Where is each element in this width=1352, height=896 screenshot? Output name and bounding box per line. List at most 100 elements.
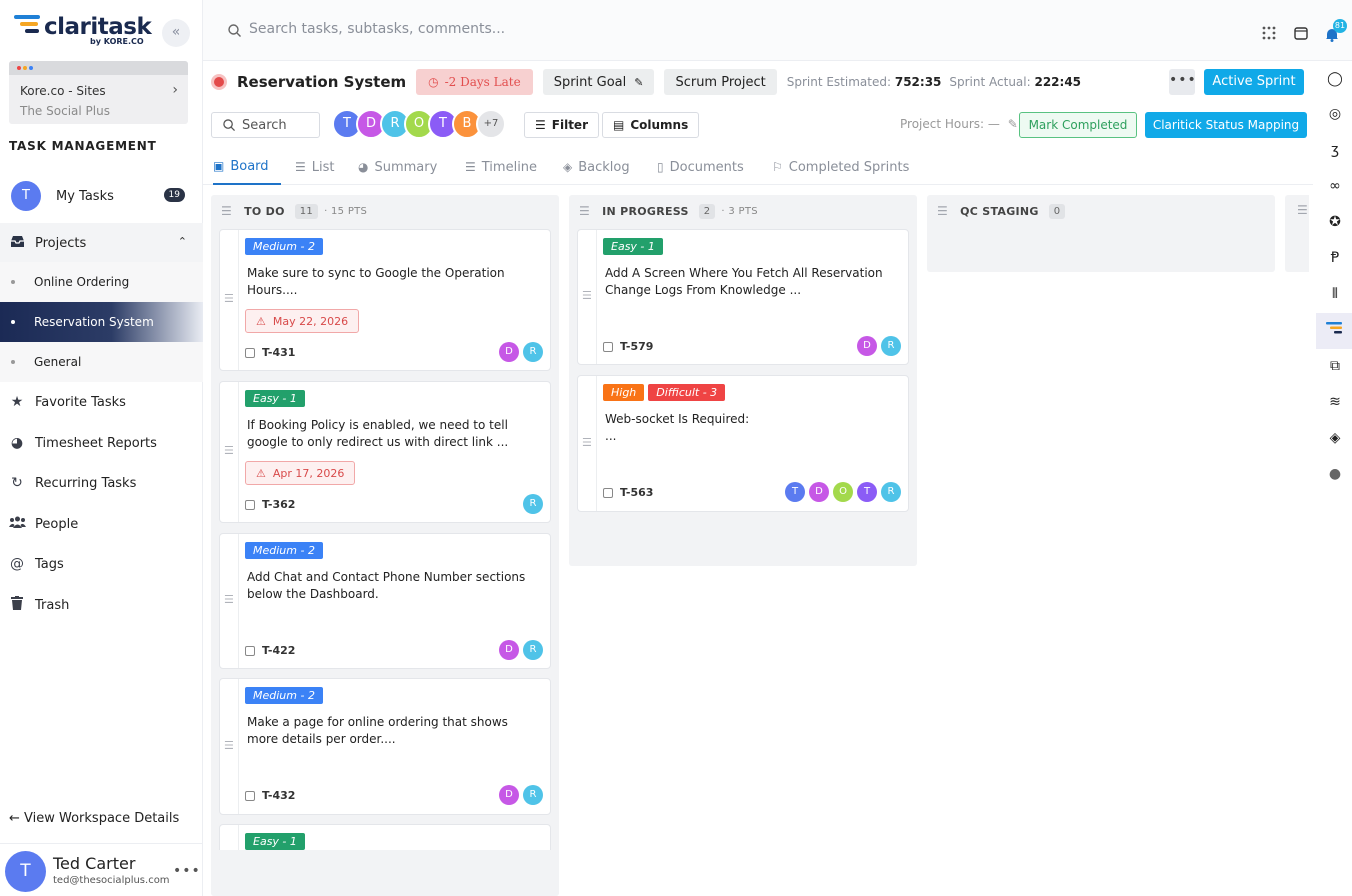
sidebar-item-trash[interactable]: Trash <box>0 586 203 624</box>
inbox-icon <box>9 235 25 252</box>
star-badge-icon[interactable]: ✪ <box>1326 214 1344 232</box>
sidebar-item-label: People <box>35 516 79 532</box>
avatar[interactable]: R <box>523 494 543 514</box>
drag-handle-icon[interactable]: ☰ <box>578 230 597 364</box>
drag-handle-icon[interactable]: ☰ <box>1297 203 1308 217</box>
avatar[interactable]: D <box>857 336 877 356</box>
feather-icon[interactable]: ≋ <box>1326 394 1344 412</box>
avatar[interactable]: D <box>499 640 519 660</box>
drag-handle-icon[interactable]: ☰ <box>578 376 597 511</box>
list-icon: ☰ <box>295 160 306 174</box>
columns-button[interactable]: ▤ Columns <box>602 112 700 138</box>
apps-grid-icon[interactable] <box>1262 25 1276 44</box>
script-icon[interactable]: ʒ <box>1326 142 1344 160</box>
more-members-badge[interactable]: +7 <box>476 109 506 139</box>
tab-summary[interactable]: ◕ Summary <box>358 149 437 185</box>
collapse-sidebar-button[interactable]: « <box>162 19 190 47</box>
tab-documents[interactable]: ▯ Documents <box>657 149 744 185</box>
active-sprint-button[interactable]: Active Sprint <box>1204 69 1304 95</box>
stack-icon[interactable]: ⧉ <box>1326 358 1344 376</box>
sidebar-item-projects[interactable]: Projects ⌃ <box>0 223 203 263</box>
avatar[interactable]: O <box>833 482 853 502</box>
filter-button[interactable]: ☰ Filter <box>524 112 599 138</box>
checkbox[interactable] <box>245 347 255 358</box>
bars-icon[interactable]: ⦀ <box>1326 286 1344 304</box>
scrum-project-chip[interactable]: Scrum Project <box>664 69 777 95</box>
globe-icon[interactable]: ● <box>1326 466 1344 484</box>
drag-handle-icon[interactable]: ☰ <box>579 204 590 218</box>
sidebar-item-label: My Tasks <box>56 188 114 204</box>
project-label: Online Ordering <box>34 275 130 289</box>
avatar[interactable]: D <box>499 785 519 805</box>
tab-list[interactable]: ☰ List <box>295 149 335 185</box>
drag-handle-icon[interactable]: ☰ <box>220 679 239 814</box>
sidebar-item-recurring-tasks[interactable]: ↻ Recurring Tasks <box>0 464 203 502</box>
drag-handle-icon[interactable]: ☰ <box>937 204 948 218</box>
tab-board[interactable]: ▣ Board <box>213 149 281 185</box>
target-icon[interactable]: ◎ <box>1326 106 1344 124</box>
view-workspace-details-link[interactable]: ← View Workspace Details <box>9 811 179 826</box>
column-header[interactable]: ☰ QC STAGING 0 <box>937 201 1066 221</box>
sidebar-project-reservation-system[interactable]: Reservation System <box>0 302 203 342</box>
user-profile[interactable]: T Ted Carter ted@thesocialplus.com ••• <box>0 843 203 896</box>
board-search-input[interactable]: Search <box>211 112 320 138</box>
layers-icon[interactable]: ◈ <box>1326 430 1344 448</box>
more-actions-button[interactable]: ••• <box>1169 69 1196 95</box>
bullet-icon <box>11 320 15 324</box>
task-card[interactable]: ☰ Easy - 1 Add A Screen Where You Fetch … <box>577 229 909 365</box>
claritask-logo[interactable]: claritask by KORE.CO <box>14 12 154 48</box>
task-card[interactable]: ☰ Medium - 2 Make sure to sync to Google… <box>219 229 551 371</box>
column-header[interactable]: ☰ IN PROGRESS 2 · 3 PTS <box>579 201 758 221</box>
task-card[interactable]: ☰ Easy - 1 If Booking Policy is enabled,… <box>219 381 551 523</box>
column-header[interactable]: ☰ TO DO 11 · 15 PTS <box>221 201 367 221</box>
avatar[interactable]: R <box>523 342 543 362</box>
avatar[interactable]: R <box>523 640 543 660</box>
ring-icon[interactable]: ◯ <box>1326 71 1344 89</box>
infinity-icon[interactable]: ∞ <box>1326 178 1344 196</box>
difficulty-tag: Difficult - 3 <box>648 384 726 401</box>
avatar[interactable]: R <box>881 336 901 356</box>
tab-backlog[interactable]: ◈ Backlog <box>563 149 630 185</box>
warning-icon: ⚠ <box>256 466 266 480</box>
avatar[interactable]: R <box>523 785 543 805</box>
drag-handle-icon[interactable]: ☰ <box>220 382 239 522</box>
sidebar-item-tags[interactable]: @ Tags <box>0 545 203 583</box>
drag-handle-icon[interactable]: ☰ <box>221 204 232 218</box>
tab-timeline[interactable]: ☰ Timeline <box>465 149 537 185</box>
sidebar-project-general[interactable]: General <box>0 342 203 382</box>
workspace-switcher[interactable]: Kore.co - Sites The Social Plus › <box>9 61 188 124</box>
tab-completed-sprints[interactable]: ⚐ Completed Sprints <box>772 149 909 185</box>
checkbox[interactable] <box>245 499 255 510</box>
mark-completed-button[interactable]: Mark Completed <box>1019 112 1137 138</box>
checkbox[interactable] <box>603 341 613 352</box>
avatar[interactable]: D <box>499 342 519 362</box>
task-card[interactable]: ☰ Medium - 2 Add Chat and Contact Phone … <box>219 533 551 669</box>
sidebar-item-my-tasks[interactable]: T My Tasks 19 <box>0 177 203 215</box>
p-logo-icon[interactable]: Ᵽ <box>1326 250 1344 268</box>
more-options-icon[interactable]: ••• <box>173 863 201 879</box>
sidebar-project-online-ordering[interactable]: Online Ordering <box>0 262 203 302</box>
workspace-card-top <box>9 61 188 75</box>
avatar[interactable]: R <box>881 482 901 502</box>
checkbox[interactable] <box>603 487 613 498</box>
sprint-goal-button[interactable]: Sprint Goal ✎ <box>542 69 655 95</box>
avatar[interactable]: T <box>785 482 805 502</box>
sidebar-item-people[interactable]: People <box>0 505 203 543</box>
sidebar-item-timesheet-reports[interactable]: ◕ Timesheet Reports <box>0 424 203 462</box>
sidebar-item-favorite-tasks[interactable]: ★ Favorite Tasks <box>0 383 203 421</box>
drag-handle-icon[interactable]: ☰ <box>220 534 239 668</box>
status-mapping-button[interactable]: Claritick Status Mapping <box>1145 112 1307 138</box>
avatar[interactable]: D <box>809 482 829 502</box>
drag-handle-icon[interactable]: ☰ <box>220 230 239 370</box>
checkbox[interactable] <box>245 645 255 656</box>
task-card[interactable]: ☰ Medium - 2 Make a page for online orde… <box>219 678 551 815</box>
global-search-input[interactable]: Search tasks, subtasks, comments... <box>249 21 505 37</box>
pencil-icon[interactable]: ✎ <box>1008 117 1018 131</box>
tag-list: Medium - 2 <box>245 687 327 704</box>
avatar[interactable]: T <box>857 482 877 502</box>
claritask-rail-icon[interactable] <box>1326 322 1344 340</box>
checkbox[interactable] <box>245 790 255 801</box>
task-card[interactable]: ☰ High Difficult - 3 Web-socket Is Requi… <box>577 375 909 512</box>
assignee-avatars: D R <box>495 640 543 660</box>
calendar-icon[interactable] <box>1294 25 1308 44</box>
